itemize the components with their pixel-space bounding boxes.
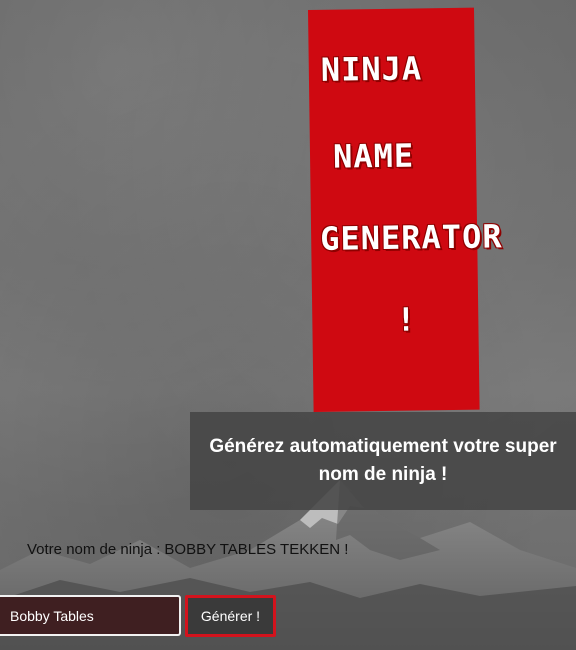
title-word-generator: GENERATOR <box>319 217 503 258</box>
title-word-ninja: NINJA <box>320 49 423 89</box>
result-value: BOBBY TABLES TEKKEN ! <box>164 541 349 558</box>
page: NINJA NAME GENERATOR ! Générez automatiq… <box>0 0 576 650</box>
title-word-name: NAME <box>332 136 415 176</box>
generate-button[interactable]: Générer ! <box>185 595 276 637</box>
ninja-name-result: Votre nom de ninja : BOBBY TABLES TEKKEN … <box>27 541 348 558</box>
subtitle-box: Générez automatiquement votre super nom … <box>190 412 576 510</box>
subtitle-text: Générez automatiquement votre super nom … <box>209 435 557 486</box>
title-exclamation: ! <box>396 300 417 339</box>
title-banner: NINJA NAME GENERATOR ! <box>308 7 503 412</box>
name-input[interactable] <box>0 595 181 636</box>
result-label: Votre nom de ninja : <box>27 541 161 558</box>
